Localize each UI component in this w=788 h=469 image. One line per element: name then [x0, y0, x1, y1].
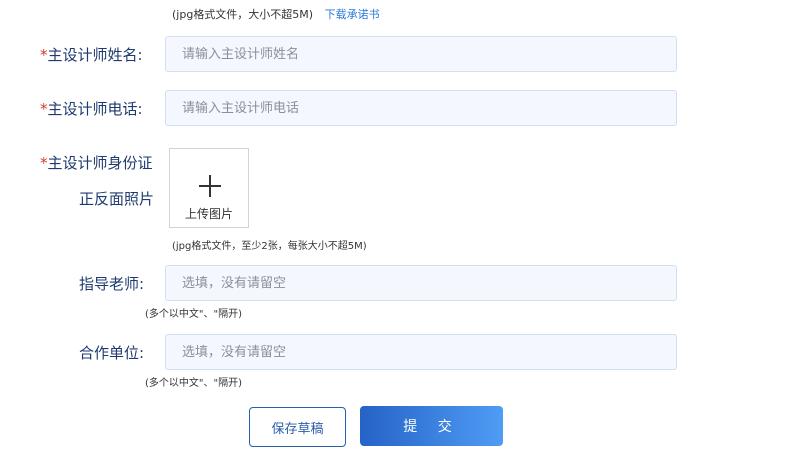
- designer-name-label: *主设计师姓名:: [40, 44, 143, 65]
- upload-image-button[interactable]: 上传图片: [169, 148, 249, 228]
- id-photo-label-line1: *主设计师身份证: [40, 152, 153, 173]
- designer-name-label-text: 主设计师姓名:: [47, 46, 143, 64]
- promise-hint-text: (jpg格式文件，大小不超5M): [172, 8, 314, 21]
- id-photo-label-line1-text: 主设计师身份证: [47, 154, 153, 172]
- id-photo-hint: (jpg格式文件，至少2张，每张大小不超5M): [172, 241, 367, 252]
- save-draft-button[interactable]: 保存草稿: [249, 407, 346, 447]
- id-photo-label-line2: 正反面照片: [79, 190, 155, 208]
- required-mark: *: [40, 100, 48, 118]
- advisor-label: 指导老师:: [79, 275, 145, 293]
- partner-label: 合作单位:: [79, 344, 145, 362]
- advisor-hint: (多个以中文"、"隔开): [145, 309, 243, 320]
- designer-name-input[interactable]: [165, 36, 677, 72]
- required-mark: *: [40, 154, 48, 172]
- required-mark: *: [40, 46, 48, 64]
- plus-icon: [199, 175, 221, 197]
- designer-phone-input[interactable]: [165, 90, 677, 126]
- advisor-input[interactable]: [165, 265, 677, 301]
- partner-input[interactable]: [165, 334, 677, 370]
- partner-hint: (多个以中文"、"隔开): [145, 378, 243, 389]
- promise-hint: (jpg格式文件，大小不超5M) 下载承诺书: [172, 6, 380, 22]
- designer-form: (jpg格式文件，大小不超5M) 下载承诺书 *主设计师姓名: *主设计师电话:…: [0, 0, 788, 469]
- designer-phone-label-text: 主设计师电话:: [47, 100, 143, 118]
- upload-image-label: 上传图片: [184, 207, 233, 221]
- download-promise-link[interactable]: 下载承诺书: [325, 8, 380, 21]
- designer-phone-label: *主设计师电话:: [40, 98, 143, 119]
- submit-button[interactable]: 提 交: [360, 406, 503, 446]
